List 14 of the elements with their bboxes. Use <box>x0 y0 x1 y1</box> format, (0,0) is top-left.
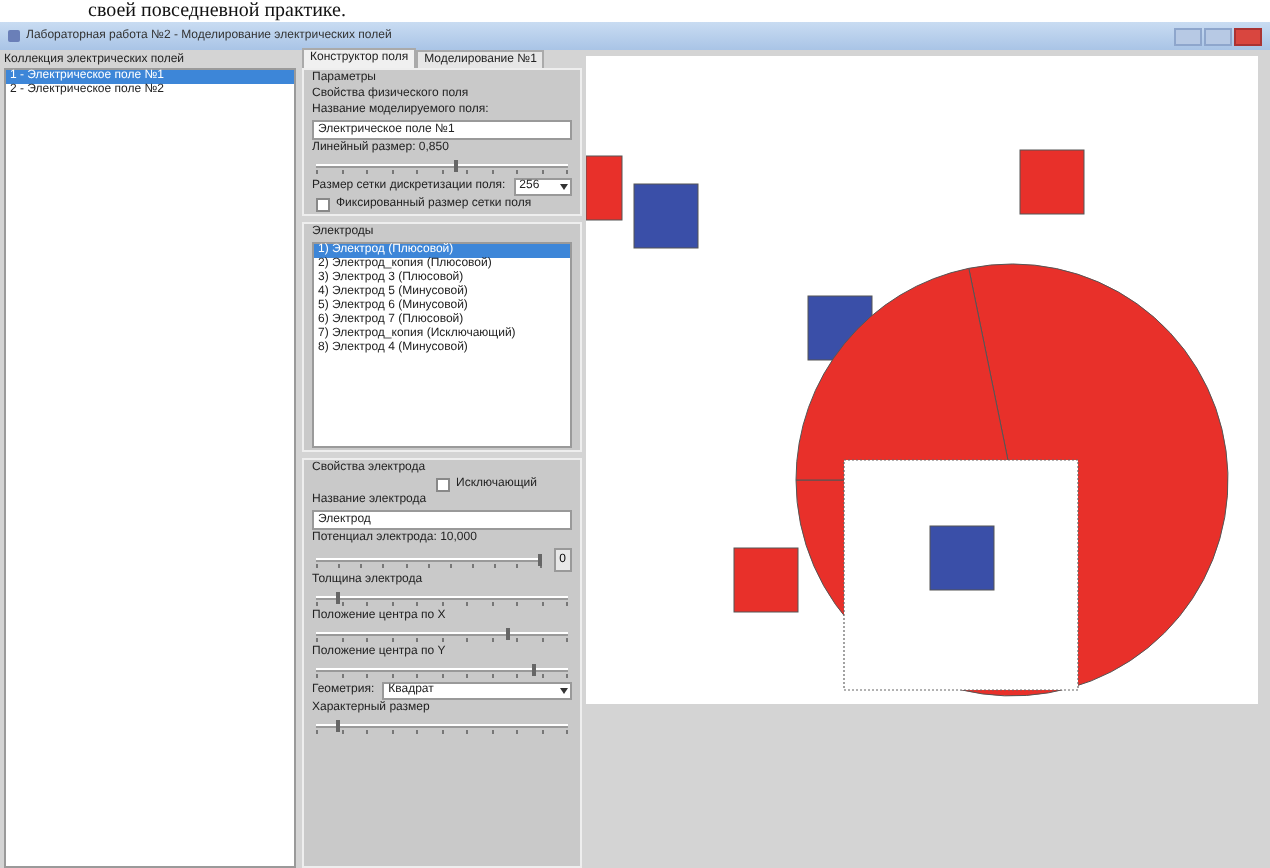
slider[interactable] <box>312 590 572 608</box>
slider[interactable] <box>312 626 572 644</box>
checkbox[interactable] <box>436 478 450 492</box>
slider[interactable] <box>312 551 546 569</box>
slider[interactable] <box>312 662 572 680</box>
close-button[interactable] <box>1234 27 1262 45</box>
caret-icon <box>560 688 568 694</box>
field-canvas[interactable] <box>586 56 1258 704</box>
caret-icon <box>560 184 568 190</box>
page-caption: своей повседневной практике. <box>86 0 348 22</box>
slider[interactable] <box>312 718 572 736</box>
app-icon <box>8 30 20 42</box>
checkbox[interactable] <box>316 198 330 212</box>
slider[interactable] <box>312 158 572 176</box>
